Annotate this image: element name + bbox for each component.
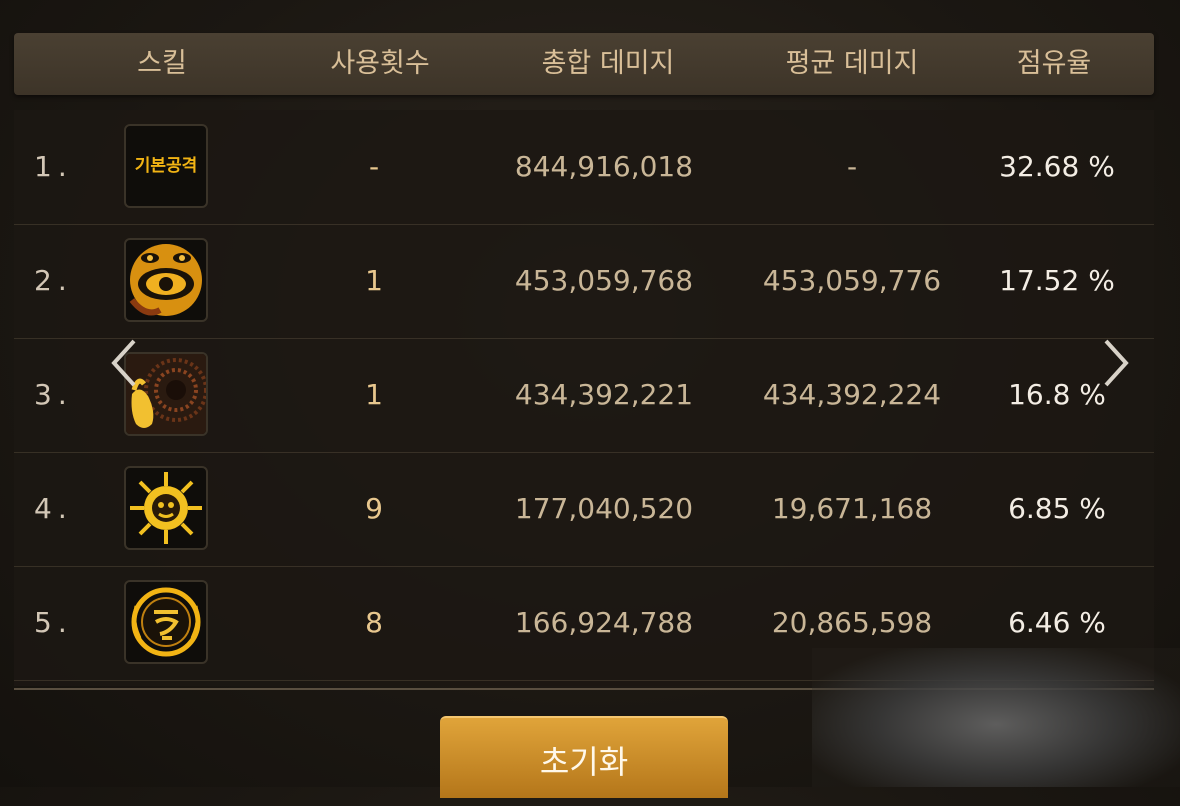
header-avg-damage: 평균 데미지 (785, 48, 919, 79)
table-row: 3. 1 434,392,221 434,392,224 16.8 % (14, 338, 1154, 453)
rune-circle-icon (124, 580, 208, 664)
rank: 4. (34, 492, 73, 525)
table-row: 2. 1 453,059,768 453,059,776 17.52 % (14, 224, 1154, 339)
skill-damage-table: 1. 기본공격 - 844,916,018 - 32.68 % 2. 1 453… (14, 110, 1154, 686)
rank: 3. (34, 378, 73, 411)
rank: 1. (34, 150, 73, 183)
watermark-blur (812, 648, 1180, 787)
header-uses: 사용횟수 (330, 48, 430, 79)
total-damage: 434,392,221 (514, 378, 694, 411)
chevron-right-icon[interactable] (1096, 335, 1136, 391)
header-share: 점유율 (1016, 48, 1092, 79)
table-row: 1. 기본공격 - 844,916,018 - 32.68 % (14, 110, 1154, 225)
reset-button[interactable]: 초기화 (440, 716, 728, 798)
table-row: 4. 9 177,040,520 19,671,168 6.85 % (14, 452, 1154, 567)
avg-damage: 453,059,776 (762, 264, 942, 297)
use-count: 9 (365, 492, 383, 525)
rank: 5. (34, 606, 73, 639)
total-damage: 177,040,520 (514, 492, 694, 525)
sun-face-icon (124, 466, 208, 550)
total-damage: 453,059,768 (514, 264, 694, 297)
table-header: 스킬 사용횟수 총합 데미지 평균 데미지 점유율 (14, 33, 1154, 95)
avg-damage: - (846, 150, 858, 183)
avg-damage: 19,671,168 (771, 492, 933, 525)
rank: 2. (34, 264, 73, 297)
share-percent: 17.52 % (999, 264, 1115, 297)
eye-mask-icon (124, 238, 208, 322)
avg-damage: 434,392,224 (762, 378, 942, 411)
use-count: 1 (365, 264, 383, 297)
use-count: 8 (365, 606, 383, 639)
basic-attack-icon: 기본공격 (124, 124, 208, 208)
total-damage: 844,916,018 (514, 150, 694, 183)
share-percent: 32.68 % (999, 150, 1115, 183)
use-count: - (368, 150, 380, 183)
use-count: 1 (365, 378, 383, 411)
header-skill: 스킬 (137, 48, 187, 79)
header-total-damage: 총합 데미지 (541, 48, 675, 79)
basic-attack-label: 기본공격 (134, 156, 198, 176)
total-damage: 166,924,788 (514, 606, 694, 639)
chevron-left-icon[interactable] (104, 335, 144, 391)
share-percent: 6.85 % (1008, 492, 1106, 525)
